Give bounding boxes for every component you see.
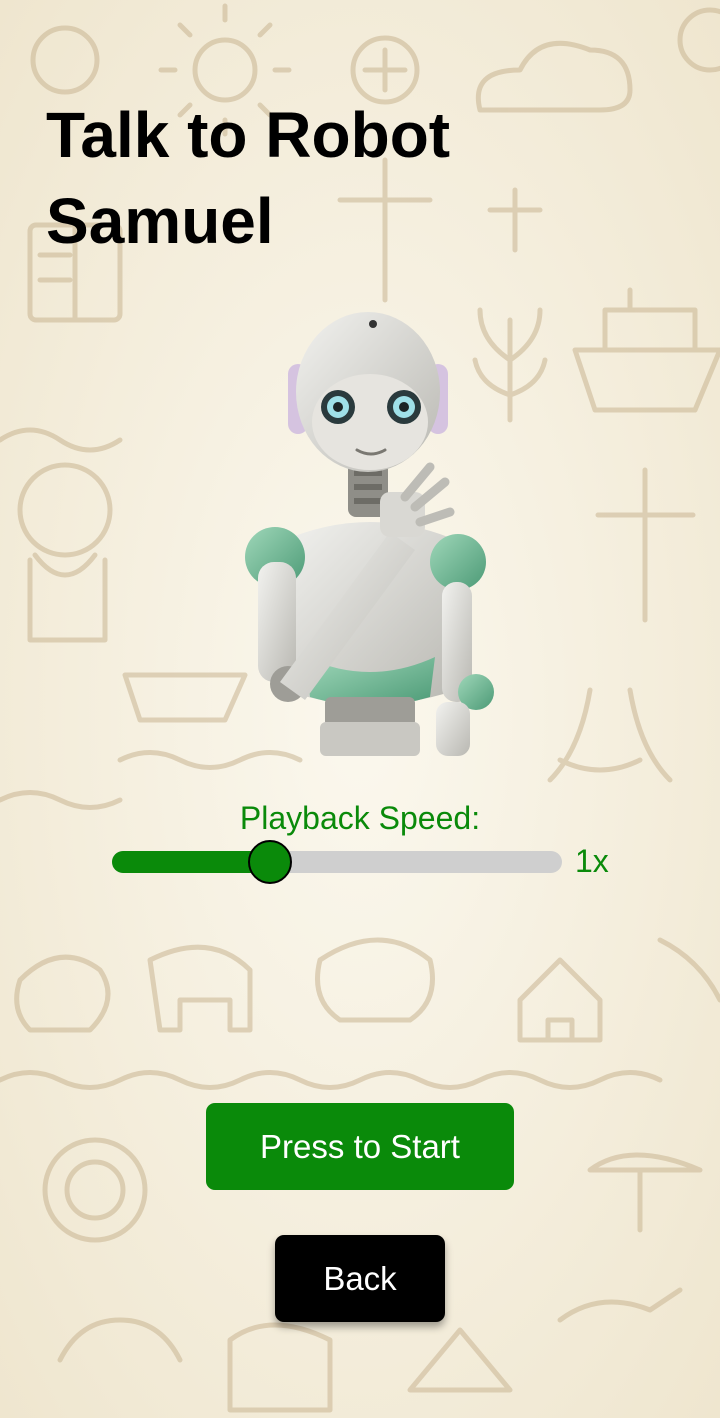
press-to-start-button[interactable]: Press to Start — [206, 1103, 514, 1190]
playback-speed-slider[interactable] — [112, 840, 562, 884]
playback-speed-label: Playback Speed: — [239, 800, 481, 836]
page-title: Talk to Robot Samuel — [46, 99, 451, 257]
robot-avatar-icon — [245, 312, 494, 756]
slider-thumb[interactable] — [248, 840, 292, 884]
slider-fill — [112, 851, 270, 873]
playback-speed-value: 1x — [575, 843, 609, 879]
back-button[interactable]: Back — [275, 1235, 445, 1322]
